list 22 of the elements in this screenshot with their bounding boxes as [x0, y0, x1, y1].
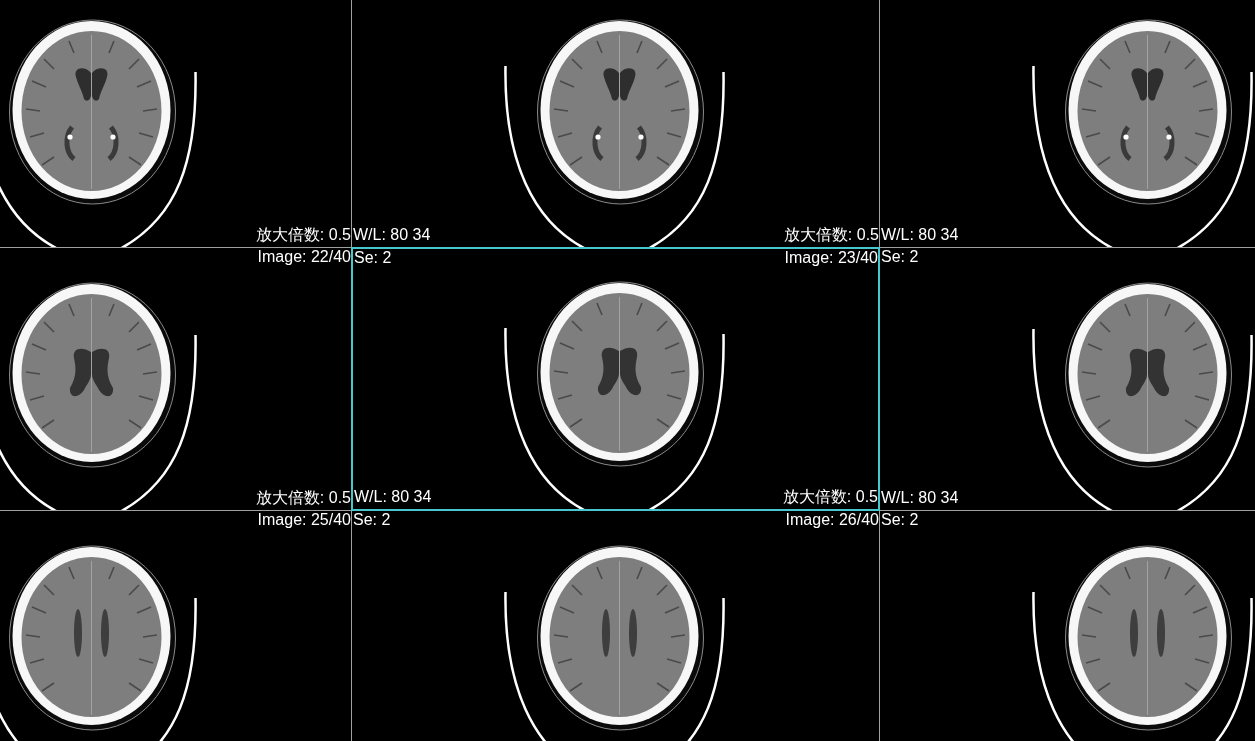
window-level-label: W/L: 80 34 — [354, 488, 432, 506]
series-number-label: Se: 2 — [881, 248, 919, 266]
image-number-label: Image: 26/40 — [785, 511, 879, 529]
zoom-factor-label: 放大倍数: 0.5 — [255, 226, 351, 244]
image-number-label: Image: 22/40 — [257, 248, 351, 266]
window-level-label: W/L: 80 34 — [353, 226, 431, 244]
window-level-label: W/L: 80 34 — [881, 489, 959, 507]
window-level-label: W/L: 80 34 — [881, 226, 959, 244]
image-viewport[interactable]: Image: 25/40 — [0, 510, 352, 741]
image-number-label: Image: 25/40 — [257, 511, 351, 529]
series-number-label: Se: 2 — [881, 511, 919, 529]
image-number-label: Image: 23/40 — [784, 249, 878, 267]
series-number-label: Se: 2 — [354, 249, 392, 267]
series-number-label: Se: 2 — [353, 511, 391, 529]
zoom-factor-label: 放大倍数: 0.5 — [783, 226, 879, 244]
image-viewport[interactable]: Image: 22/40 放大倍数: 0.5 — [0, 247, 352, 511]
image-viewport[interactable]: Se: 2 Image: 26/40 — [351, 510, 880, 741]
zoom-factor-label: 放大倍数: 0.5 — [782, 488, 878, 506]
image-viewport[interactable]: Se: 2 — [879, 510, 1255, 741]
zoom-factor-label: 放大倍数: 0.5 — [255, 489, 351, 507]
image-viewport[interactable]: Se: 2 Image: 23/40 W/L: 80 34 放大倍数: 0.5 — [351, 247, 880, 511]
image-viewport[interactable]: Se: 2 W/L: 80 34 — [879, 247, 1255, 511]
